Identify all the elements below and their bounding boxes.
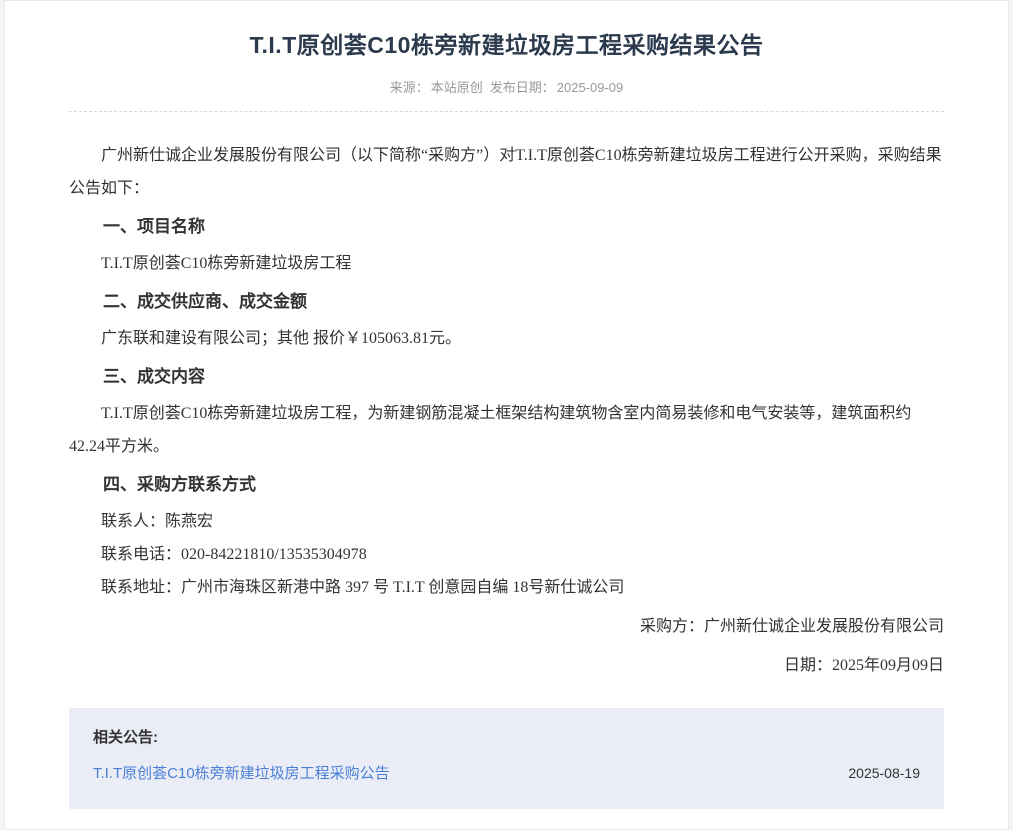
page-title: T.I.T原创荟C10栋旁新建垃圾房工程采购结果公告 (5, 1, 1008, 60)
intro-paragraph: 广州新仕诚企业发展股份有限公司（以下简称“采购方”）对T.I.T原创荟C10栋旁… (69, 139, 944, 205)
related-announcement-row: T.I.T原创荟C10栋旁新建垃圾房工程采购公告 2025-08-19 (93, 762, 920, 783)
section-3-heading: 三、成交内容 (69, 361, 944, 393)
related-announcement-date: 2025-08-19 (848, 765, 920, 781)
article-meta: 来源：本站原创发布日期：2025-09-09 (5, 77, 1008, 96)
section-1-body: T.I.T原创荟C10栋旁新建垃圾房工程 (69, 247, 944, 280)
signature-purchaser-line: 采购方：广州新仕诚企业发展股份有限公司 (69, 610, 944, 643)
section-2-body: 广东联和建设有限公司；其他 报价￥105063.81元。 (69, 322, 944, 355)
section-4-heading: 四、采购方联系方式 (69, 469, 944, 501)
publish-date-value: 2025-09-09 (557, 80, 624, 95)
section-1-heading: 一、项目名称 (69, 211, 944, 243)
related-announcements-box: 相关公告: T.I.T原创荟C10栋旁新建垃圾房工程采购公告 2025-08-1… (69, 708, 944, 809)
source-value: 本站原创 (431, 80, 483, 95)
article-card: T.I.T原创荟C10栋旁新建垃圾房工程采购结果公告 来源：本站原创发布日期：2… (4, 0, 1009, 830)
contact-phone-line: 联系电话：020-84221810/13535304978 (69, 538, 944, 571)
section-2-heading: 二、成交供应商、成交金额 (69, 286, 944, 318)
section-3-body: T.I.T原创荟C10栋旁新建垃圾房工程，为新建钢筋混凝土框架结构建筑物含室内简… (69, 397, 944, 463)
signature-date-line: 日期：2025年09月09日 (69, 649, 944, 682)
contact-person-line: 联系人：陈燕宏 (69, 505, 944, 538)
related-announcement-link[interactable]: T.I.T原创荟C10栋旁新建垃圾房工程采购公告 (93, 762, 390, 783)
contact-address-line: 联系地址：广州市海珠区新港中路 397 号 T.I.T 创意园自编 18号新仕诚… (69, 571, 944, 604)
article-content: 广州新仕诚企业发展股份有限公司（以下简称“采购方”）对T.I.T原创荟C10栋旁… (5, 112, 1008, 682)
related-announcements-label: 相关公告: (93, 726, 920, 747)
publish-date-label: 发布日期： (490, 80, 555, 95)
source-label: 来源： (390, 80, 429, 95)
